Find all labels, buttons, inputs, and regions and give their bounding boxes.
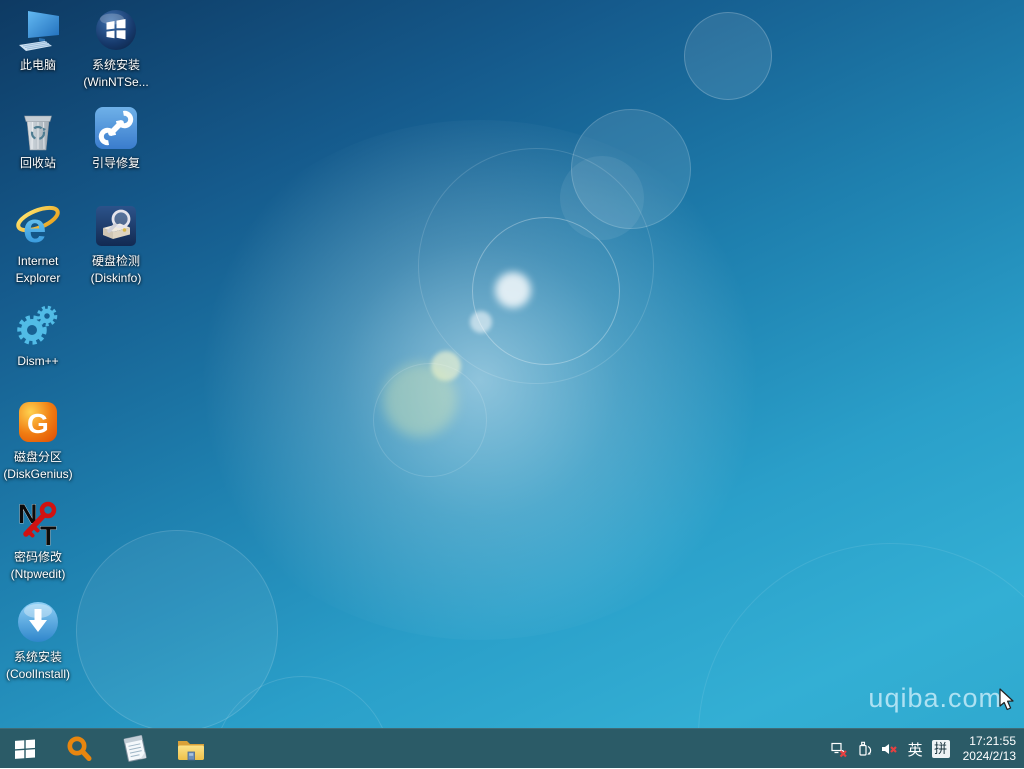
clock-date: 2024/2/13 — [963, 749, 1016, 764]
desktop-icon-label: 回收站 — [20, 155, 56, 172]
internet-explorer-icon: e — [14, 202, 62, 250]
desktop-icon-recycle-bin[interactable]: 回收站 — [0, 104, 76, 172]
coolinstall-download-icon — [16, 598, 60, 646]
desktop-icon-label: Internet — [18, 253, 59, 270]
desktop: 此电脑 回收站 e — [0, 0, 1024, 728]
network-disconnected-icon[interactable] — [831, 729, 849, 769]
flare-ring — [698, 543, 1024, 728]
ntpwedit-key-icon: N T — [15, 498, 61, 546]
dism-gears-icon — [15, 302, 61, 350]
flare-ring — [418, 148, 654, 384]
svg-text:T: T — [40, 521, 57, 546]
notepad-icon — [121, 734, 149, 763]
diskgenius-icon: G — [16, 398, 60, 446]
system-tray: 英 拼 17:21:55 2024/2/13 — [831, 729, 1024, 769]
clock-time: 17:21:55 — [963, 734, 1016, 749]
flare-spot — [431, 351, 461, 381]
desktop-icon-this-pc[interactable]: 此电脑 — [0, 6, 76, 74]
flare-ring — [373, 363, 487, 477]
desktop-icon-label: Dism++ — [17, 353, 58, 370]
desktop-icon-label: 系统安装 — [92, 57, 140, 74]
desktop-icon-label: (DiskGenius) — [3, 466, 72, 483]
desktop-icon-winntsetup[interactable]: 系统安装 (WinNTSe... — [78, 6, 154, 91]
flare-circle — [76, 530, 278, 728]
recycle-bin-icon — [18, 104, 58, 152]
desktop-icon-label: 硬盘检测 — [92, 253, 140, 270]
svg-text:G: G — [27, 408, 49, 439]
taskbar-clock[interactable]: 17:21:55 2024/2/13 — [957, 734, 1016, 764]
lens-flare-glow — [180, 120, 780, 640]
taskbar: 英 拼 17:21:55 2024/2/13 — [0, 728, 1024, 768]
windows-logo-icon — [14, 738, 36, 760]
desktop-icon-label: (Diskinfo) — [91, 270, 142, 287]
desktop-icon-label: 密码修改 — [14, 549, 62, 566]
folder-icon — [176, 737, 206, 761]
ime-language-indicator[interactable]: 英 — [906, 739, 925, 760]
boot-repair-wrench-icon — [94, 104, 138, 152]
flare-spot — [470, 311, 492, 333]
flare-circle — [571, 109, 691, 229]
search-icon — [65, 735, 93, 763]
desktop-icon-coolinstall[interactable]: 系统安装 (CoolInstall) — [0, 598, 76, 683]
desktop-icon-label: (Ntpwedit) — [11, 566, 66, 583]
desktop-icon-diskinfo[interactable]: 硬盘检测 (Diskinfo) — [78, 202, 154, 287]
file-explorer-button[interactable] — [168, 729, 214, 769]
diskinfo-icon — [94, 202, 138, 250]
desktop-icon-ntpwedit[interactable]: N T 密码修改 (Ntpwedit) — [0, 498, 76, 583]
desktop-icon-dism[interactable]: Dism++ — [0, 302, 76, 370]
volume-muted-icon[interactable] — [881, 729, 899, 769]
desktop-icon-label: 系统安装 — [14, 649, 62, 666]
start-button[interactable] — [2, 729, 48, 769]
winntsetup-icon — [94, 6, 138, 54]
desktop-icon-label: (WinNTSe... — [83, 74, 148, 91]
this-pc-icon — [15, 6, 61, 54]
flare-blob — [383, 363, 457, 437]
flare-spot — [495, 272, 531, 308]
notepad-button[interactable] — [112, 729, 158, 769]
wallpaper-watermark: uqiba.com — [868, 683, 1002, 714]
desktop-icon-label: 此电脑 — [20, 57, 56, 74]
flare-ring — [472, 217, 620, 365]
flare-circle — [684, 12, 772, 100]
desktop-icon-label: Explorer — [16, 270, 61, 287]
ime-mode-indicator[interactable]: 拼 — [932, 740, 950, 758]
desktop-icon-boot-repair[interactable]: 引导修复 — [78, 104, 154, 172]
svg-text:e: e — [23, 204, 46, 249]
desktop-icon-label: 磁盘分区 — [14, 449, 62, 466]
usb-eject-icon[interactable] — [856, 729, 874, 769]
flare-circle — [560, 156, 644, 240]
desktop-icon-label: (CoolInstall) — [6, 666, 70, 683]
search-button[interactable] — [56, 729, 102, 769]
desktop-icon-diskgenius[interactable]: G 磁盘分区 (DiskGenius) — [0, 398, 76, 483]
desktop-icon-internet-explorer[interactable]: e Internet Explorer — [0, 202, 76, 287]
desktop-icon-label: 引导修复 — [92, 155, 140, 172]
flare-ring — [213, 676, 391, 728]
